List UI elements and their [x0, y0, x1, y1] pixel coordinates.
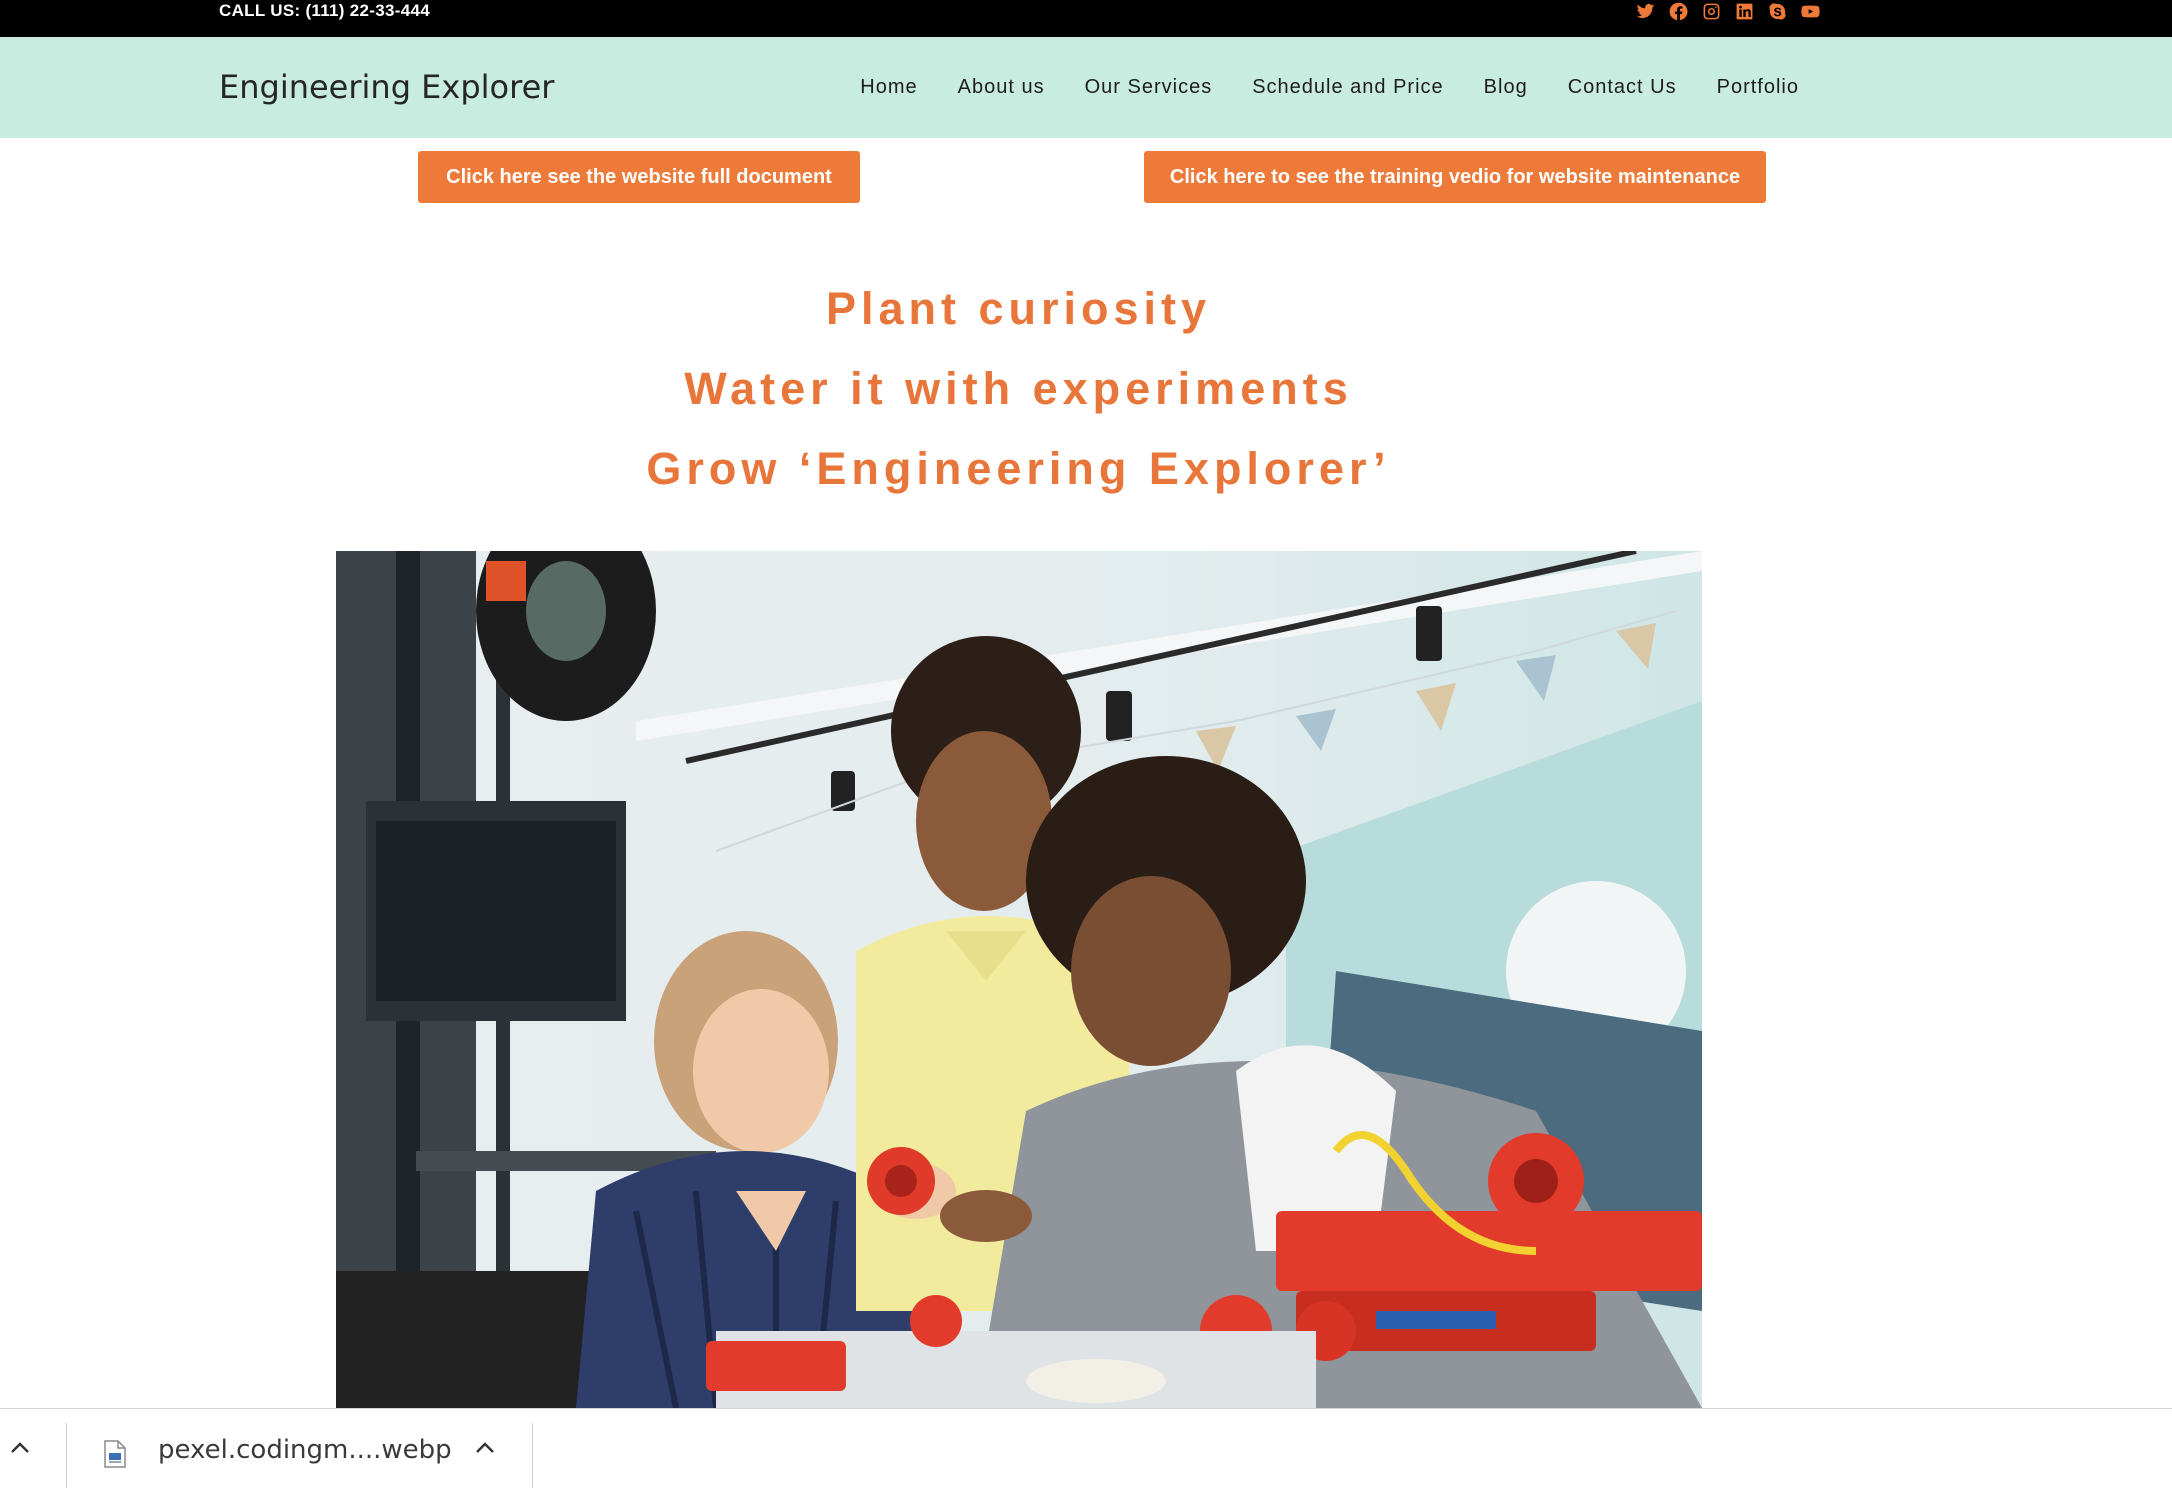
top-bar: CALL US: (111) 22-33-444	[0, 0, 2172, 37]
youtube-icon[interactable]	[1800, 1, 1821, 22]
download-item[interactable]: pexel.codingm....webp	[100, 1423, 520, 1483]
chevron-up-icon[interactable]	[465, 1427, 505, 1467]
nav-our-services[interactable]: Our Services	[1085, 76, 1213, 99]
file-icon	[103, 1440, 127, 1473]
social-links	[1635, 0, 1821, 22]
hero-image	[336, 551, 1702, 1408]
site-header: Engineering Explorer Home About us Our S…	[0, 37, 2172, 138]
download-shelf: pexel.codingm....webp	[0, 1408, 2172, 1488]
nav-blog[interactable]: Blog	[1484, 76, 1528, 99]
linkedin-icon[interactable]	[1734, 1, 1755, 22]
twitter-icon[interactable]	[1635, 1, 1656, 22]
instagram-icon[interactable]	[1701, 1, 1722, 22]
nav-contact-us[interactable]: Contact Us	[1568, 76, 1677, 99]
nav-about-us[interactable]: About us	[958, 76, 1045, 99]
main-nav: Home About us Our Services Schedule and …	[860, 37, 1799, 138]
divider	[532, 1423, 533, 1488]
nav-portfolio[interactable]: Portfolio	[1717, 76, 1799, 99]
chevron-up-icon[interactable]	[0, 1427, 40, 1467]
tagline-line-2: Water it with experiments	[684, 363, 1353, 414]
phone-number: CALL US: (111) 22-33-444	[219, 1, 430, 20]
training-video-button[interactable]: Click here to see the training vedio for…	[1144, 151, 1766, 203]
full-document-button[interactable]: Click here see the website full document	[418, 151, 860, 203]
tagline-line-1: Plant curiosity	[825, 283, 1212, 334]
divider	[66, 1423, 67, 1488]
nav-home[interactable]: Home	[860, 76, 917, 99]
site-logo-text[interactable]: Engineering Explorer	[219, 37, 554, 138]
nav-schedule-and-price[interactable]: Schedule and Price	[1252, 76, 1443, 99]
facebook-icon[interactable]	[1668, 1, 1689, 22]
tagline-line-3: Grow ‘Engineering Explorer’	[646, 443, 1391, 494]
download-file-name: pexel.codingm....webp	[158, 1435, 452, 1465]
skype-icon[interactable]	[1767, 1, 1788, 22]
